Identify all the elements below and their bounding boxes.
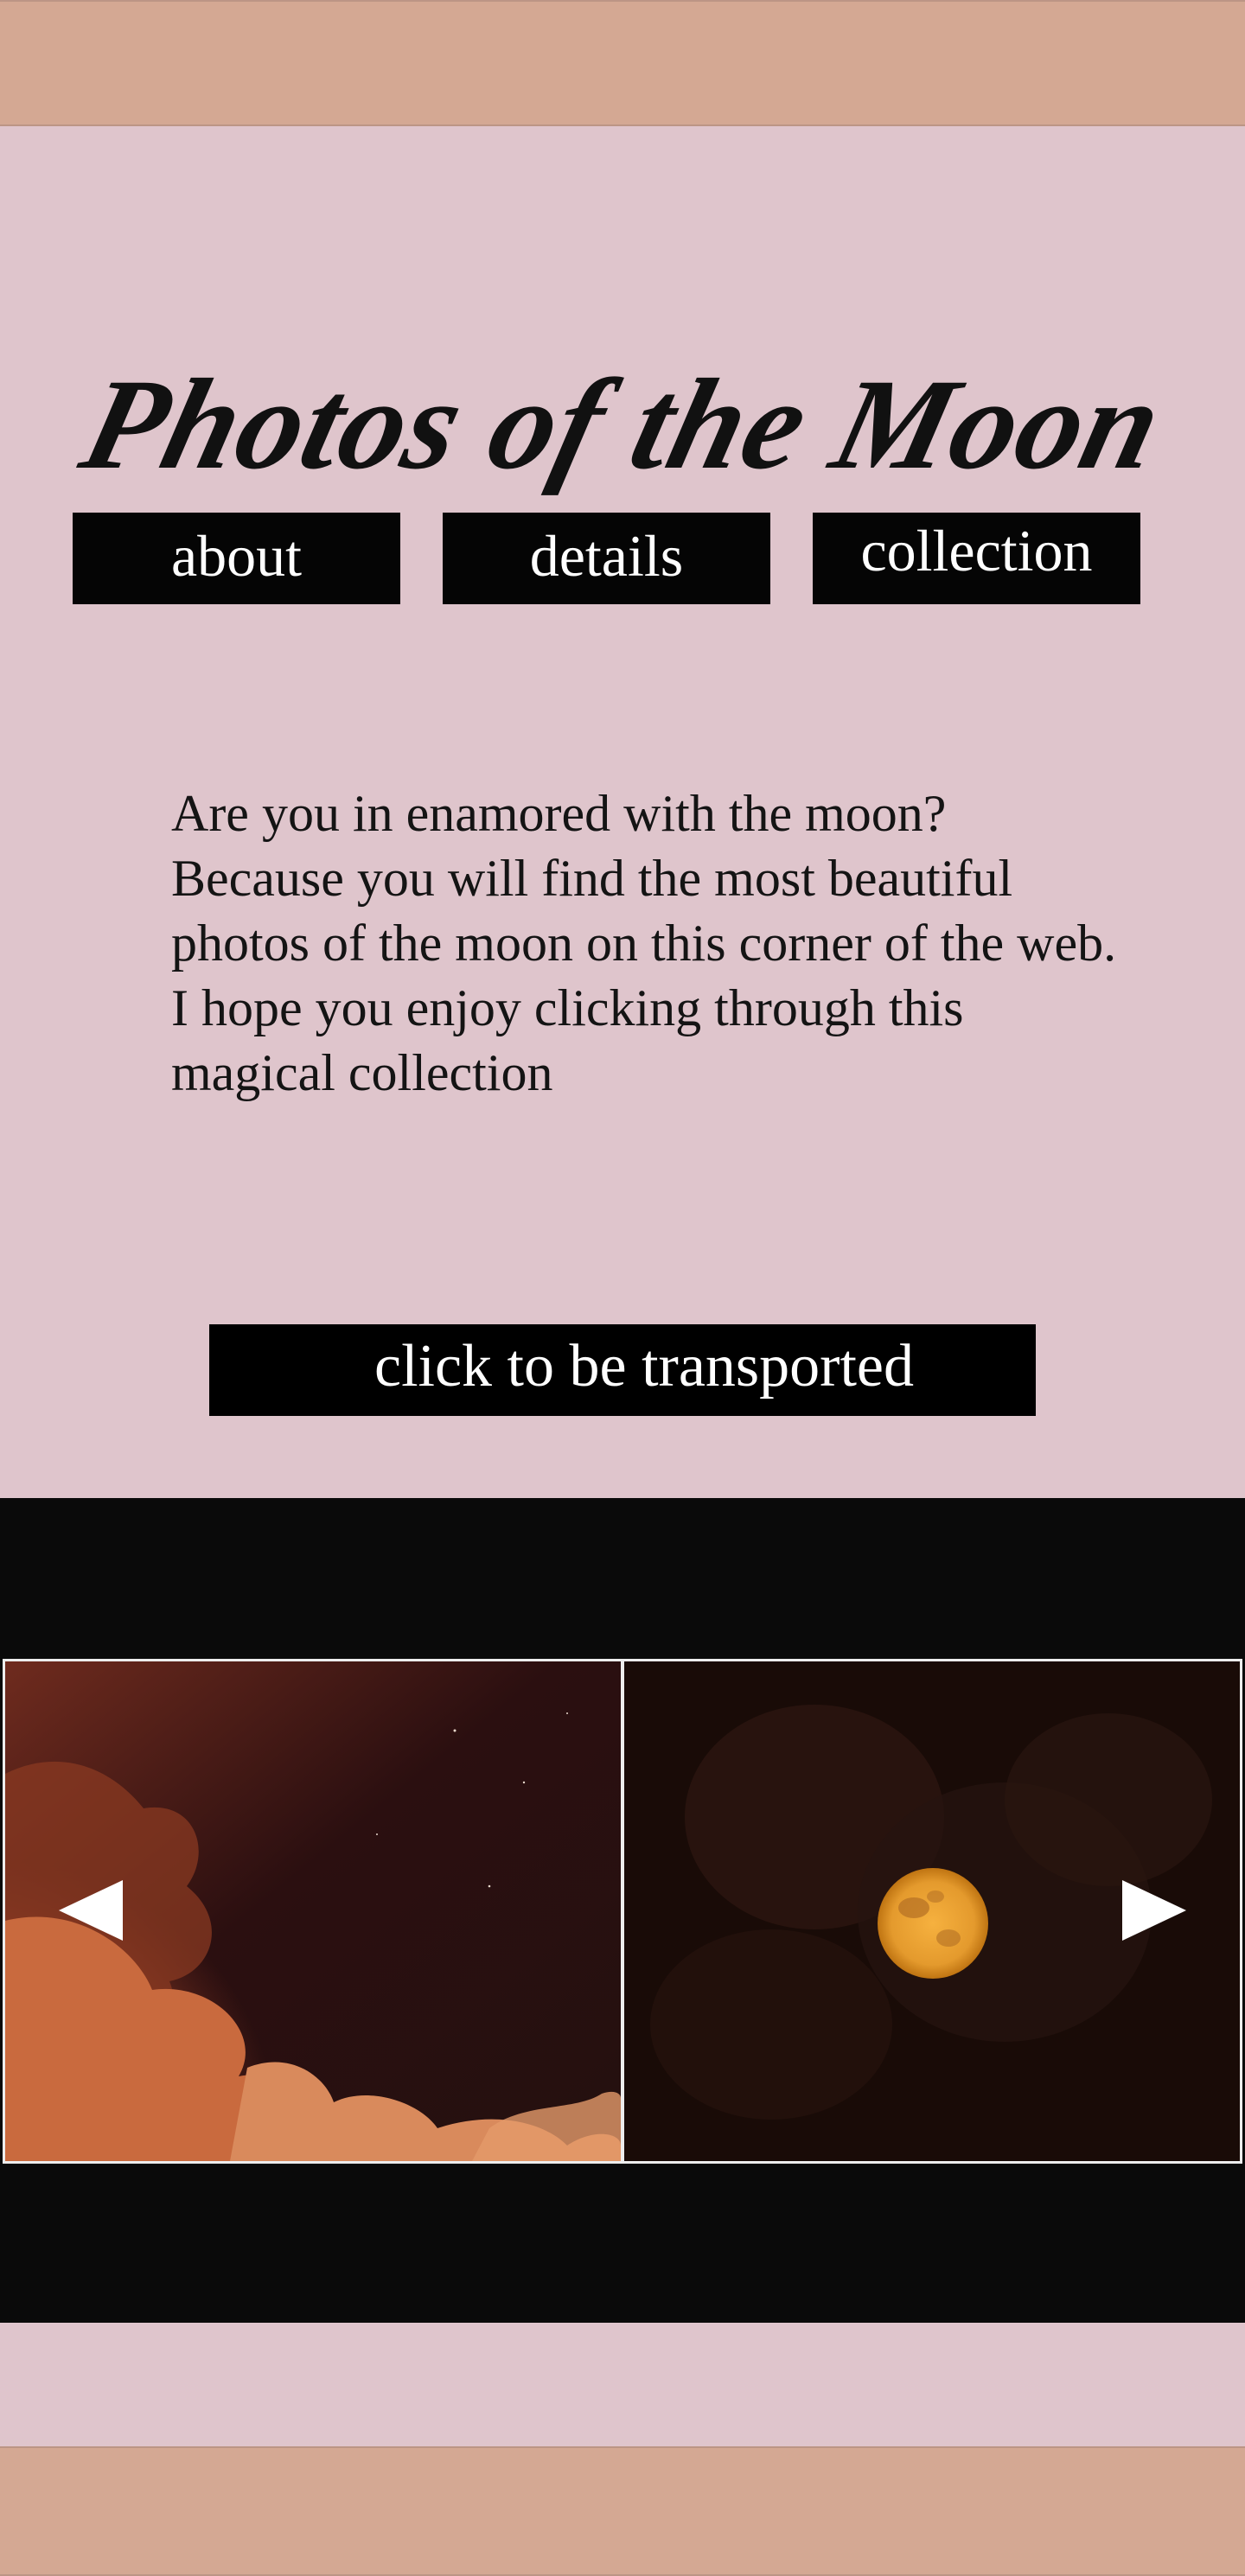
gallery-prev-button[interactable] [52,1871,130,1949]
gallery-next-button[interactable] [1115,1871,1193,1949]
page-title: Photos of the Moon [68,352,1177,496]
transport-button[interactable]: click to be transported [209,1324,1036,1416]
arrow-right-icon [1122,1880,1186,1941]
arrow-left-icon [59,1880,123,1941]
nav-about-button[interactable]: about [73,513,400,604]
nav-details-button[interactable]: details [443,513,770,604]
bottom-band [0,2446,1245,2576]
top-band [0,0,1245,126]
nav-collection-button[interactable]: collection [813,513,1140,604]
intro-text: Are you in enamored with the moon? Becau… [171,785,1117,1101]
moon-gallery [0,1498,1245,2323]
